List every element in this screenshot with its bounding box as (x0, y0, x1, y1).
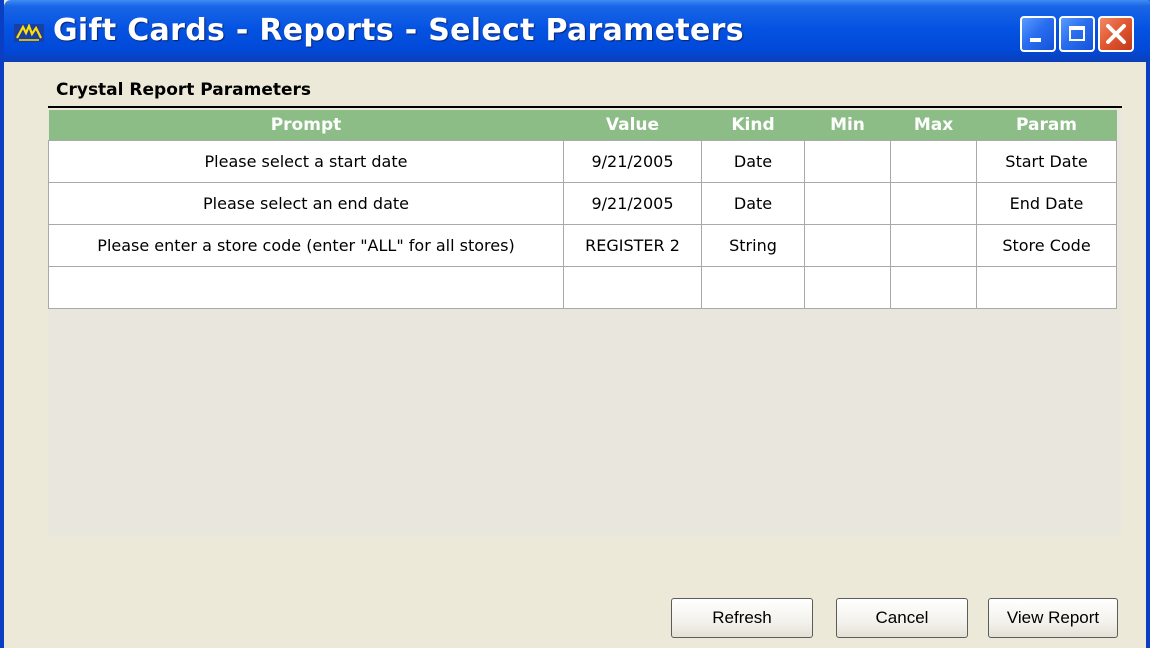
minimize-icon (1030, 38, 1041, 42)
value-cell[interactable]: 9/21/2005 (563, 140, 702, 183)
kind-cell: Date (701, 140, 805, 183)
max-cell (890, 140, 977, 183)
max-cell (890, 266, 977, 309)
prompt-cell: Please select a start date (48, 140, 564, 183)
maximize-icon (1069, 26, 1085, 41)
max-cell (890, 182, 977, 225)
column-header-kind[interactable]: Kind (701, 110, 805, 141)
report-parameters-window: Gift Cards - Reports - Select Parameters… (0, 0, 1150, 648)
app-icon (14, 24, 44, 42)
maximize-button[interactable] (1059, 16, 1095, 52)
min-cell (804, 266, 891, 309)
title-bar[interactable]: Gift Cards - Reports - Select Parameters (4, 0, 1150, 62)
kind-cell: Date (701, 182, 805, 225)
column-header-max[interactable]: Max (890, 110, 977, 141)
table-row[interactable]: Please select a start date 9/21/2005 Dat… (48, 140, 1117, 183)
value-cell[interactable]: 9/21/2005 (563, 182, 702, 225)
section-divider (48, 106, 1122, 108)
param-cell: Store Code (976, 224, 1117, 267)
column-header-prompt[interactable]: Prompt (48, 110, 564, 141)
value-cell[interactable]: REGISTER 2 (563, 224, 702, 267)
value-cell[interactable] (563, 266, 702, 309)
column-header-value[interactable]: Value (563, 110, 702, 141)
param-cell (976, 266, 1117, 309)
refresh-button[interactable]: Refresh (671, 598, 813, 638)
minimize-button[interactable] (1020, 16, 1056, 52)
cancel-button[interactable]: Cancel (836, 598, 968, 638)
param-cell: End Date (976, 182, 1117, 225)
kind-cell (701, 266, 805, 309)
prompt-cell: Please enter a store code (enter "ALL" f… (48, 224, 564, 267)
view-report-button[interactable]: View Report (988, 598, 1118, 638)
max-cell (890, 224, 977, 267)
kind-cell: String (701, 224, 805, 267)
min-cell (804, 182, 891, 225)
table-row[interactable]: Please enter a store code (enter "ALL" f… (48, 224, 1117, 267)
table-row[interactable] (48, 266, 1117, 309)
close-icon (1106, 24, 1126, 44)
min-cell (804, 224, 891, 267)
parameters-grid: Prompt Value Kind Min Max Param Please s… (48, 110, 1117, 309)
min-cell (804, 140, 891, 183)
table-row[interactable]: Please select an end date 9/21/2005 Date… (48, 182, 1117, 225)
prompt-cell: Please select an end date (48, 182, 564, 225)
column-header-param[interactable]: Param (976, 110, 1117, 141)
close-button[interactable] (1098, 16, 1134, 52)
param-cell: Start Date (976, 140, 1117, 183)
section-title: Crystal Report Parameters (56, 80, 312, 100)
column-header-min[interactable]: Min (804, 110, 891, 141)
window-title: Gift Cards - Reports - Select Parameters (53, 13, 744, 48)
prompt-cell (48, 266, 564, 309)
grid-header-row: Prompt Value Kind Min Max Param (48, 110, 1117, 141)
